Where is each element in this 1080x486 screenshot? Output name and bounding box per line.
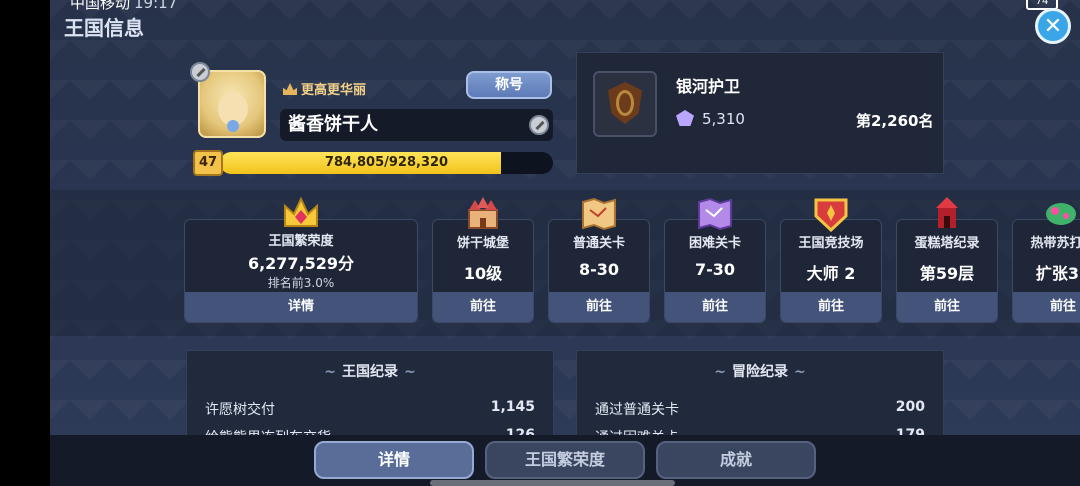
upgrade-label: 更高更华丽 xyxy=(301,83,367,98)
swirl-icon: ~ xyxy=(324,364,336,380)
screen-left-edge xyxy=(0,0,50,486)
swirl-icon: ~ xyxy=(404,364,416,380)
map-icon xyxy=(580,196,618,232)
close-button[interactable]: ✕ xyxy=(1035,8,1071,44)
record-label: 许愿树交付 xyxy=(205,402,275,418)
goto-button[interactable]: 前往 xyxy=(549,292,649,322)
tower-icon xyxy=(928,196,966,232)
category-rank: 排名前3.0% xyxy=(267,276,335,290)
title-button[interactable]: 称号 xyxy=(466,71,552,99)
guild-name: 银河护卫 xyxy=(676,77,741,96)
category-name: 普通关卡 xyxy=(572,236,625,251)
category-cake-tower[interactable]: 蛋糕塔纪录 第59层 前往 xyxy=(896,219,998,323)
castle-icon xyxy=(464,196,502,232)
category-value: 10级 xyxy=(463,264,503,283)
xp-bar: 784,805/928,320 xyxy=(220,152,553,174)
category-name: 困难关卡 xyxy=(688,236,741,251)
page-title: 王国信息 xyxy=(64,16,144,40)
crown-small-icon xyxy=(283,83,297,95)
edit-avatar-icon[interactable] xyxy=(190,62,210,82)
record-row: 通过普通关卡 200 xyxy=(595,399,925,419)
category-name: 王国竞技场 xyxy=(798,236,864,251)
arena-icon xyxy=(812,196,850,233)
category-value: 第59层 xyxy=(919,264,975,283)
kingdom-record-panel: ~王国纪录~ 许愿树交付1,145 给熊熊果冻列车交货126 xyxy=(186,350,554,446)
hard-map-icon xyxy=(696,196,734,232)
level-badge: 47 xyxy=(193,150,223,176)
avatar-gem xyxy=(227,120,239,132)
tab-achievements[interactable]: 成就 xyxy=(656,441,816,479)
category-castle[interactable]: 饼干城堡 10级 前往 xyxy=(432,219,534,323)
xp-text: 784,805/928,320 xyxy=(324,155,449,170)
category-value: 8-30 xyxy=(578,260,620,279)
swirl-icon: ~ xyxy=(794,364,806,380)
category-value: 7-30 xyxy=(694,260,736,279)
clock: 19:17 xyxy=(134,0,178,12)
player-name: 酱香饼干人 xyxy=(280,109,553,141)
category-name: 蛋糕塔纪录 xyxy=(914,236,980,251)
category-value: 6,277,529分 xyxy=(247,254,355,273)
tab-details[interactable]: 详情 xyxy=(314,441,474,479)
edit-name-icon[interactable] xyxy=(529,115,549,135)
category-value: 大师 2 xyxy=(806,264,856,283)
bow-icon xyxy=(616,90,634,116)
details-button[interactable]: 详情 xyxy=(185,292,417,322)
swirl-icon: ~ xyxy=(714,364,726,380)
crown-icon xyxy=(282,196,320,232)
close-icon: ✕ xyxy=(1043,13,1063,39)
category-name: 热带苏打群 xyxy=(1030,236,1080,251)
panel-title-text: 王国纪录 xyxy=(342,364,398,380)
tropical-icon xyxy=(1042,196,1080,232)
category-tropical[interactable]: 热带苏打群 扩张38 前往 xyxy=(1012,219,1080,323)
upgrade-link[interactable]: 更高更华丽 xyxy=(283,79,366,98)
category-arena[interactable]: 王国竞技场 大师 2 前往 xyxy=(780,219,882,323)
category-prosperity[interactable]: 王国繁荣度 6,277,529分 排名前3.0% 详情 xyxy=(184,219,418,323)
panel-title: ~ 王国纪录 ~ xyxy=(187,361,553,381)
panel-title-text: 冒险纪录 xyxy=(732,364,788,380)
category-name: 王国繁荣度 xyxy=(268,234,334,249)
record-label: 通过普通关卡 xyxy=(595,402,679,418)
goto-button[interactable]: 前往 xyxy=(897,292,997,322)
guild-emblem-icon xyxy=(593,71,657,137)
avatar[interactable] xyxy=(198,70,266,138)
record-row: 许愿树交付 1,145 xyxy=(205,399,535,419)
goto-button[interactable]: 前往 xyxy=(781,292,881,322)
category-normal-stage[interactable]: 普通关卡 8-30 前往 xyxy=(548,219,650,323)
category-hard-stage[interactable]: 困难关卡 7-30 前往 xyxy=(664,219,766,323)
home-indicator[interactable] xyxy=(430,480,675,486)
record-value: 1,145 xyxy=(490,399,535,415)
panel-title: ~ 冒险纪录 ~ xyxy=(577,361,943,381)
goto-button[interactable]: 前往 xyxy=(1013,292,1080,322)
guild-rank: 第2,260名 xyxy=(856,112,934,130)
category-value: 扩张38 xyxy=(1035,264,1080,283)
category-name: 饼干城堡 xyxy=(456,236,509,251)
carrier: 中国移动 xyxy=(70,0,131,12)
tab-prosperity[interactable]: 王国繁荣度 xyxy=(485,441,645,479)
goto-button[interactable]: 前往 xyxy=(665,292,765,322)
goto-button[interactable]: 前往 xyxy=(433,292,533,322)
record-value: 200 xyxy=(895,399,925,415)
adventure-record-panel: ~冒险纪录~ 通过普通关卡200 通过困难关卡179 xyxy=(576,350,944,446)
guild-points: 5,310 xyxy=(702,110,745,128)
